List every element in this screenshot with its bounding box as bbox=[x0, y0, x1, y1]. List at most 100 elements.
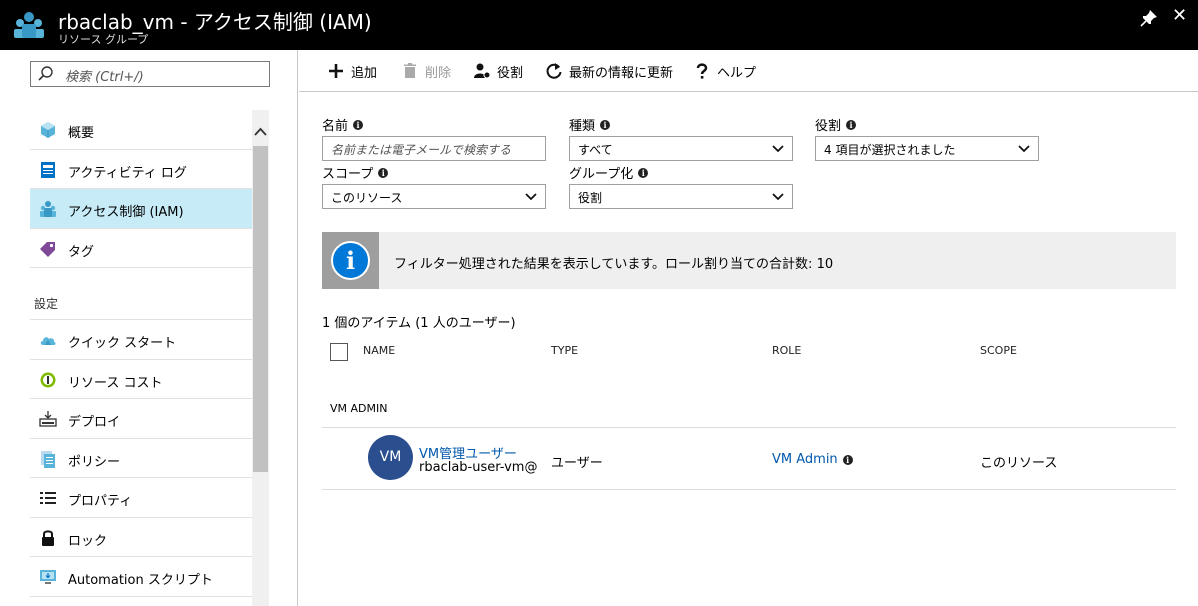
info-icon[interactable]: i bbox=[600, 119, 611, 130]
menu-item-label: クイック スタート bbox=[68, 336, 177, 351]
search-placeholder: 検索 (Ctrl+/) bbox=[65, 70, 144, 85]
column-header-role[interactable]: ROLE bbox=[772, 344, 801, 357]
menu-item-policy[interactable]: ポリシー bbox=[30, 439, 252, 478]
deploy-icon bbox=[39, 411, 57, 427]
chevron-down-icon bbox=[772, 193, 784, 201]
help-button[interactable]: ヘルプ bbox=[693, 61, 756, 81]
type-filter-label: 種類 i bbox=[569, 115, 611, 134]
role-filter-label: 役割 i bbox=[815, 115, 857, 134]
menu-item-label: タグ bbox=[68, 244, 95, 260]
scope-dropdown[interactable]: このリソース bbox=[322, 184, 546, 209]
divider bbox=[322, 427, 1176, 428]
scrollbar-thumb[interactable] bbox=[253, 146, 268, 472]
chevron-down-icon bbox=[525, 193, 537, 201]
info-icon[interactable]: i bbox=[638, 167, 649, 178]
menu-item-resource-cost[interactable]: リソース コスト bbox=[30, 360, 252, 399]
role-dropdown[interactable]: 4 項目が選択されました bbox=[815, 136, 1039, 161]
info-icon[interactable]: i bbox=[846, 119, 857, 130]
cost-icon bbox=[40, 372, 56, 387]
column-header-name[interactable]: NAME bbox=[363, 344, 395, 357]
add-button[interactable]: 追加 bbox=[327, 61, 377, 81]
menu-item-label: アクティビティ ログ bbox=[68, 165, 187, 181]
user-role-link[interactable]: VM Admin bbox=[772, 452, 838, 467]
type-dropdown-value: すべて bbox=[578, 143, 613, 157]
menu-item-properties[interactable]: プロパティ bbox=[30, 478, 252, 518]
cloud-icon bbox=[40, 337, 56, 345]
menu-item-overview[interactable]: 概要 bbox=[30, 110, 252, 150]
chevron-down-icon bbox=[772, 145, 784, 153]
info-icon[interactable]: i bbox=[378, 167, 389, 178]
role-user-icon bbox=[474, 63, 491, 79]
avatar: VM bbox=[368, 435, 413, 480]
section-settings: 設定 bbox=[30, 268, 252, 320]
menu-item-tags[interactable]: タグ bbox=[30, 229, 252, 268]
name-search-placeholder: 名前または電子メールで検索する bbox=[331, 143, 512, 157]
column-header-type[interactable]: TYPE bbox=[551, 344, 578, 357]
group-by-label-text: グループ化 bbox=[569, 167, 634, 182]
blade-subtitle: リソース グループ bbox=[58, 33, 149, 46]
info-icon[interactable]: i bbox=[842, 454, 853, 465]
user-scope: このリソース bbox=[980, 456, 1058, 471]
info-banner: i フィルター処理された結果を表示しています。ロール割り当ての合計数: 10 bbox=[322, 232, 1176, 289]
type-dropdown[interactable]: すべて bbox=[569, 136, 793, 161]
overview-cube-icon bbox=[41, 122, 55, 138]
name-search-input[interactable]: 名前または電子メールで検索する bbox=[322, 136, 546, 161]
command-bar: 追加 削除 役割 最新の情報に更新 ヘルプ bbox=[299, 50, 1198, 92]
trash-icon bbox=[404, 63, 416, 78]
info-glyph: i bbox=[345, 246, 356, 275]
question-icon bbox=[696, 63, 708, 79]
menu-item-label: アクセス制御 (IAM) bbox=[68, 205, 184, 220]
role-filter-label-text: 役割 bbox=[815, 119, 842, 134]
menu-item-label: Automation スクリプト bbox=[68, 573, 213, 588]
chevron-up-icon[interactable] bbox=[253, 124, 268, 140]
info-banner-icon-box: i bbox=[322, 232, 379, 289]
chevron-down-icon bbox=[1018, 145, 1030, 153]
refresh-button[interactable]: 最新の情報に更新 bbox=[545, 61, 673, 81]
menu-item-locks[interactable]: ロック bbox=[30, 518, 252, 557]
activity-log-icon bbox=[41, 161, 55, 178]
left-menu-pane: 検索 (Ctrl+/) 概要 アクティビティ ログ アクセス制御 (IAM) タ… bbox=[0, 50, 298, 606]
resource-group-users-icon bbox=[14, 12, 44, 38]
policy-icon bbox=[41, 450, 55, 468]
scope-filter-label: スコープ i bbox=[322, 163, 389, 182]
properties-icon bbox=[40, 492, 56, 504]
info-circle-icon: i bbox=[331, 241, 370, 280]
main-content: 追加 削除 役割 最新の情報に更新 ヘルプ 名前 i 名前または電子メールで検索… bbox=[299, 50, 1198, 606]
info-icon[interactable]: i bbox=[353, 119, 364, 130]
pin-icon[interactable] bbox=[1140, 9, 1158, 27]
close-icon[interactable]: ✕ bbox=[1172, 7, 1187, 25]
delete-button[interactable]: 削除 bbox=[401, 61, 451, 81]
role-dropdown-value: 4 項目が選択されました bbox=[824, 143, 956, 157]
select-all-checkbox[interactable] bbox=[330, 343, 348, 361]
menu-scrollbar[interactable] bbox=[252, 110, 269, 606]
group-by-dropdown[interactable]: 役割 bbox=[569, 184, 793, 209]
column-header-scope[interactable]: SCOPE bbox=[980, 344, 1017, 357]
menu-item-activity-log[interactable]: アクティビティ ログ bbox=[30, 150, 252, 189]
section-label: 設定 bbox=[34, 297, 59, 311]
scope-dropdown-value: このリソース bbox=[331, 191, 403, 205]
group-by-dropdown-value: 役割 bbox=[578, 191, 603, 205]
user-email: rbaclab-user-vm@ bbox=[419, 460, 538, 475]
roles-button[interactable]: 役割 bbox=[473, 61, 523, 81]
menu-item-iam[interactable]: アクセス制御 (IAM) bbox=[30, 189, 252, 229]
help-button-label: ヘルプ bbox=[717, 65, 757, 81]
title-bar: rbaclab_vm - アクセス制御 (IAM) リソース グループ ✕ bbox=[0, 0, 1198, 50]
name-filter-label: 名前 i bbox=[322, 115, 364, 134]
roles-button-label: 役割 bbox=[497, 65, 524, 81]
menu-item-label: ロック bbox=[68, 533, 108, 549]
info-message: フィルター処理された結果を表示しています。ロール割り当ての合計数: 10 bbox=[394, 257, 834, 272]
delete-button-label: 削除 bbox=[425, 65, 452, 81]
menu-item-label: ポリシー bbox=[68, 454, 121, 470]
group-by-label: グループ化 i bbox=[569, 163, 649, 182]
tag-icon bbox=[40, 241, 55, 257]
group-header: VM ADMIN bbox=[330, 402, 388, 415]
name-filter-label-text: 名前 bbox=[322, 119, 349, 134]
menu-item-automation-script[interactable]: Automation スクリプト bbox=[30, 557, 252, 597]
menu-item-deploy[interactable]: デプロイ bbox=[30, 399, 252, 439]
scope-filter-label-text: スコープ bbox=[322, 167, 374, 182]
refresh-button-label: 最新の情報に更新 bbox=[569, 65, 674, 81]
search-input[interactable]: 検索 (Ctrl+/) bbox=[30, 61, 270, 87]
automation-icon bbox=[40, 570, 56, 584]
menu-item-quickstart[interactable]: クイック スタート bbox=[30, 320, 252, 360]
iam-users-icon bbox=[40, 201, 56, 217]
